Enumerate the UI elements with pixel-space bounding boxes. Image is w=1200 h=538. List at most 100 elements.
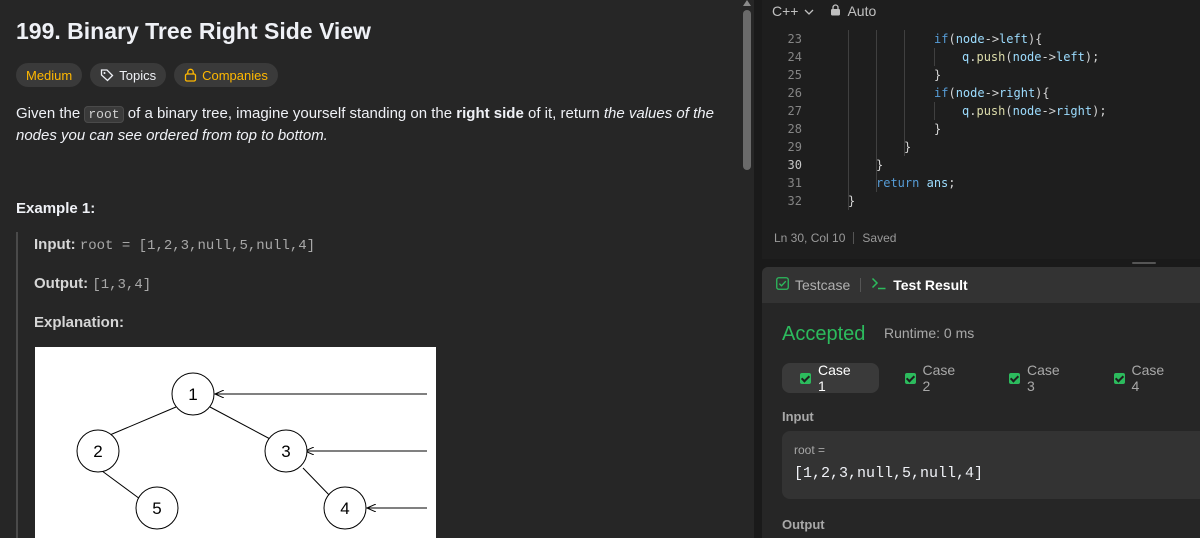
code-line: 28 } <box>762 120 1200 138</box>
scrollbar-thumb[interactable] <box>743 10 751 170</box>
lock-icon <box>184 68 197 82</box>
runtime-text: Runtime: 0 ms <box>884 325 975 341</box>
check-icon <box>1113 372 1125 384</box>
code-line: 23 if(node->left){ <box>762 30 1200 48</box>
description-panel: 199. Binary Tree Right Side View Medium … <box>0 0 740 538</box>
chevron-down-icon <box>804 3 814 19</box>
tab-test-result[interactable]: Test Result <box>871 277 968 293</box>
case-label: Case 2 <box>922 362 956 394</box>
code-text: } <box>934 122 942 136</box>
tab-testcase[interactable]: Testcase <box>776 277 850 293</box>
line-number: 24 <box>787 50 802 64</box>
case-tab-3[interactable]: Case 3 <box>991 362 1088 394</box>
example-block: Input: root = [1,2,3,null,5,null,4] Outp… <box>16 232 716 538</box>
code-line: 27 q.push(node->right); <box>762 102 1200 120</box>
code-text: } <box>848 194 856 208</box>
code-line: 24 q.push(node->left); <box>762 48 1200 66</box>
desc-text: of a binary tree, imagine yourself stand… <box>123 105 457 122</box>
case-label: Case 3 <box>1027 362 1060 394</box>
editor-status-bar: Ln 30, Col 10 Saved <box>774 231 896 245</box>
code-text: } <box>934 68 942 82</box>
tree-edge <box>97 467 141 500</box>
example-input: Input: root = [1,2,3,null,5,null,4] <box>34 236 315 254</box>
tree-svg: 1 2 3 5 4 <box>76 372 427 530</box>
tree-node-label: 2 <box>93 442 102 461</box>
topics-label: Topics <box>119 67 157 83</box>
input-label: Input: <box>34 236 76 253</box>
tree-diagram: 1 2 3 5 4 <box>35 347 436 538</box>
problem-description: Given the root of a binary tree, imagine… <box>16 103 716 146</box>
code-text: q.push(node->left); <box>962 50 1100 64</box>
output-value: [1,3,4] <box>92 277 152 293</box>
tree-node-label: 1 <box>188 385 197 404</box>
scroll-up-arrow-icon[interactable] <box>743 0 751 6</box>
line-number: 27 <box>787 104 802 118</box>
code-line: 25 } <box>762 66 1200 84</box>
case-tabs: Case 1 Case 2 Case 3 Case 4 <box>782 362 1200 394</box>
companies-label: Companies <box>202 67 268 83</box>
code-line: 29 } <box>762 138 1200 156</box>
desc-bold: right side <box>456 105 524 122</box>
line-number: 28 <box>787 122 802 136</box>
example-explanation: Explanation: <box>34 314 124 331</box>
result-status: Accepted <box>782 323 866 345</box>
input-variable-value[interactable]: [1,2,3,null,5,null,4] <box>794 465 983 482</box>
language-select[interactable]: C++ <box>772 3 814 19</box>
terminal-icon <box>871 277 887 293</box>
code-text: if(node->left){ <box>934 32 1043 46</box>
case-label: Case 1 <box>818 362 851 394</box>
problem-title[interactable]: 199. Binary Tree Right Side View <box>16 18 371 45</box>
tag-icon <box>100 68 114 82</box>
code-line: 32 } <box>762 192 1200 210</box>
desc-text: of it, return <box>523 105 604 122</box>
auto-mode-button[interactable]: Auto <box>830 3 876 19</box>
case-tab-2[interactable]: Case 2 <box>887 362 984 394</box>
line-number: 31 <box>787 176 802 190</box>
line-number: 26 <box>787 86 802 100</box>
input-variable-name: root = <box>794 443 826 457</box>
code-line-active: 30 } <box>762 156 1200 174</box>
input-value: root = [1,2,3,null,5,null,4] <box>79 238 316 254</box>
tree-node-label: 5 <box>152 499 161 518</box>
cursor-position: Ln 30, Col 10 <box>774 231 846 245</box>
line-number: 25 <box>787 68 802 82</box>
save-status: Saved <box>862 231 897 245</box>
explanation-label: Explanation: <box>34 314 125 331</box>
example-title: Example 1: <box>16 200 96 217</box>
code-text: if(node->right){ <box>934 86 1050 100</box>
case-tab-4[interactable]: Case 4 <box>1096 362 1193 394</box>
check-icon <box>800 372 811 384</box>
problem-tags: Medium Topics Companies <box>16 63 278 87</box>
tree-node-label: 4 <box>340 499 349 518</box>
vertical-splitter[interactable] <box>762 259 1200 267</box>
line-number: 23 <box>787 32 802 46</box>
tree-node-label: 3 <box>281 442 290 461</box>
tab-divider <box>860 278 862 292</box>
result-tabs: Testcase Test Result <box>762 267 1200 303</box>
topics-button[interactable]: Topics <box>90 63 167 87</box>
code-editor[interactable]: C++ Auto 23 if(node->left){ 24 q.push(no… <box>762 0 1200 259</box>
test-result-panel: Testcase Test Result Accepted Runtime: 0… <box>762 267 1200 538</box>
tree-edge <box>209 406 273 441</box>
check-icon <box>1009 372 1020 384</box>
difficulty-label: Medium <box>26 67 73 83</box>
case-label: Case 4 <box>1131 362 1165 394</box>
line-number: 32 <box>787 194 802 208</box>
drag-handle[interactable] <box>1132 262 1156 264</box>
tab-test-result-label: Test Result <box>893 277 968 293</box>
line-number: 30 <box>787 158 802 172</box>
description-scrollbar[interactable] <box>740 0 754 538</box>
mode-label: Auto <box>847 3 877 19</box>
code-text: } <box>876 158 884 172</box>
output-section-label: Output <box>782 517 825 532</box>
case-tab-1[interactable]: Case 1 <box>782 362 879 394</box>
desc-text: Given the <box>16 105 85 122</box>
output-label: Output: <box>34 275 89 292</box>
panel-divider[interactable] <box>754 0 762 538</box>
line-number: 29 <box>787 140 802 154</box>
code-text: return ans; <box>876 176 956 190</box>
difficulty-badge: Medium <box>16 63 83 87</box>
companies-button[interactable]: Companies <box>174 63 278 87</box>
language-label: C++ <box>772 3 799 19</box>
code-text: q.push(node->right); <box>962 104 1107 118</box>
